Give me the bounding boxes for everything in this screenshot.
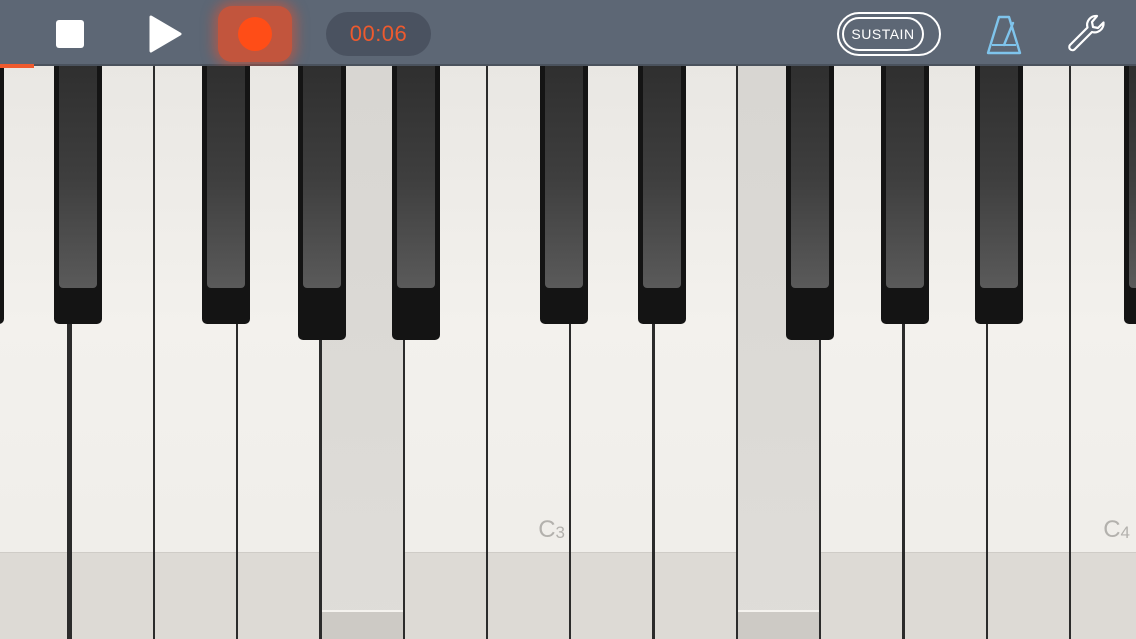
sustain-label: SUSTAIN bbox=[842, 17, 924, 51]
black-key-5-pressed[interactable] bbox=[392, 66, 440, 340]
play-button[interactable] bbox=[140, 12, 188, 56]
metronome-icon bbox=[986, 15, 1022, 55]
piano-keyboard: C3 C4 bbox=[0, 66, 1136, 639]
octave-label-c4: C4 bbox=[1103, 516, 1130, 543]
black-key-2[interactable] bbox=[54, 66, 102, 324]
sustain-toggle[interactable]: SUSTAIN bbox=[837, 12, 941, 56]
metronome-button[interactable] bbox=[984, 14, 1024, 56]
black-key-7[interactable] bbox=[638, 66, 686, 324]
black-key-8-pressed[interactable] bbox=[786, 66, 834, 340]
black-key-4-pressed[interactable] bbox=[298, 66, 346, 340]
transport-toolbar: 00:06 SUSTAIN bbox=[0, 0, 1136, 66]
play-icon bbox=[149, 15, 182, 53]
stop-button[interactable] bbox=[48, 12, 92, 56]
black-key-10[interactable] bbox=[975, 66, 1023, 324]
elapsed-time-display: 00:06 bbox=[326, 12, 431, 56]
settings-button[interactable] bbox=[1064, 12, 1110, 56]
record-icon bbox=[238, 17, 272, 51]
stop-icon bbox=[56, 20, 84, 48]
recording-progress-bar bbox=[0, 64, 35, 68]
octave-label-c3: C3 bbox=[538, 516, 565, 543]
black-key-6[interactable] bbox=[540, 66, 588, 324]
black-key-9[interactable] bbox=[881, 66, 929, 324]
wrench-icon bbox=[1068, 14, 1105, 52]
black-key-3[interactable] bbox=[202, 66, 250, 324]
record-button[interactable] bbox=[218, 6, 292, 62]
black-key-11[interactable] bbox=[1124, 66, 1136, 324]
black-key-1[interactable] bbox=[0, 66, 4, 324]
